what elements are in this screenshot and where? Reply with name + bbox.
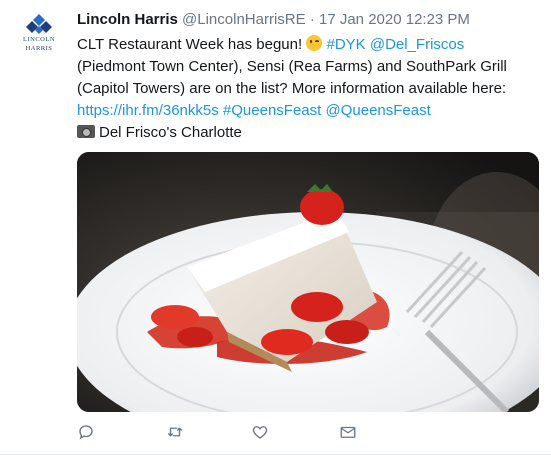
header-separator: · (309, 11, 315, 28)
smiling-face-emoji-icon (306, 35, 323, 51)
share-button[interactable] (339, 423, 359, 443)
tweet-photo[interactable] (77, 152, 539, 412)
tweet-text-part2: (Piedmont Town Center), Sensi (Rea Farms… (77, 58, 507, 97)
reply-button[interactable] (77, 423, 97, 443)
location-text: Del Frisco's Charlotte (99, 124, 242, 141)
retweet-arrows-icon (167, 427, 183, 437)
cheesecake-photo-icon (77, 152, 539, 412)
tweet-actions (77, 423, 377, 443)
tweet-text: CLT Restaurant Week has begun! #DYK @Del… (77, 34, 539, 144)
mention-del-friscos[interactable]: @Del_Friscos (370, 36, 464, 53)
lincoln-harris-logo-icon (26, 14, 52, 34)
tweet-header: Lincoln Harris @LincolnHarrisRE · 17 Jan… (77, 10, 539, 30)
author-avatar[interactable]: LINCOLN HARRIS (16, 14, 62, 60)
envelope-icon (340, 426, 356, 438)
logo-text-line1: LINCOLN (22, 36, 56, 43)
tweet-link[interactable]: https://ihr.fm/36nkk5s (77, 102, 219, 119)
speech-bubble-icon (79, 425, 93, 440)
author-handle[interactable]: @LincolnHarrisRE (182, 11, 306, 28)
retweet-button[interactable] (165, 423, 185, 443)
author-name[interactable]: Lincoln Harris (77, 11, 178, 28)
tweet-timestamp[interactable]: 17 Jan 2020 12:23 PM (319, 11, 470, 28)
like-button[interactable] (251, 423, 271, 443)
heart-icon (252, 426, 268, 439)
hashtag-queensfeast[interactable]: #QueensFeast (223, 102, 321, 119)
tweet-text-part1: CLT Restaurant Week has begun! (77, 36, 307, 53)
mention-queensfeast[interactable]: @QueensFeast (325, 102, 430, 119)
tweet-content: Lincoln Harris @LincolnHarrisRE · 17 Jan… (77, 10, 539, 144)
logo-text-line2: HARRIS (25, 45, 53, 52)
camera-icon (77, 125, 95, 138)
hashtag-dyk[interactable]: #DYK (326, 36, 365, 53)
tweet-card[interactable]: LINCOLN HARRIS Lincoln Harris @LincolnHa… (0, 0, 551, 455)
